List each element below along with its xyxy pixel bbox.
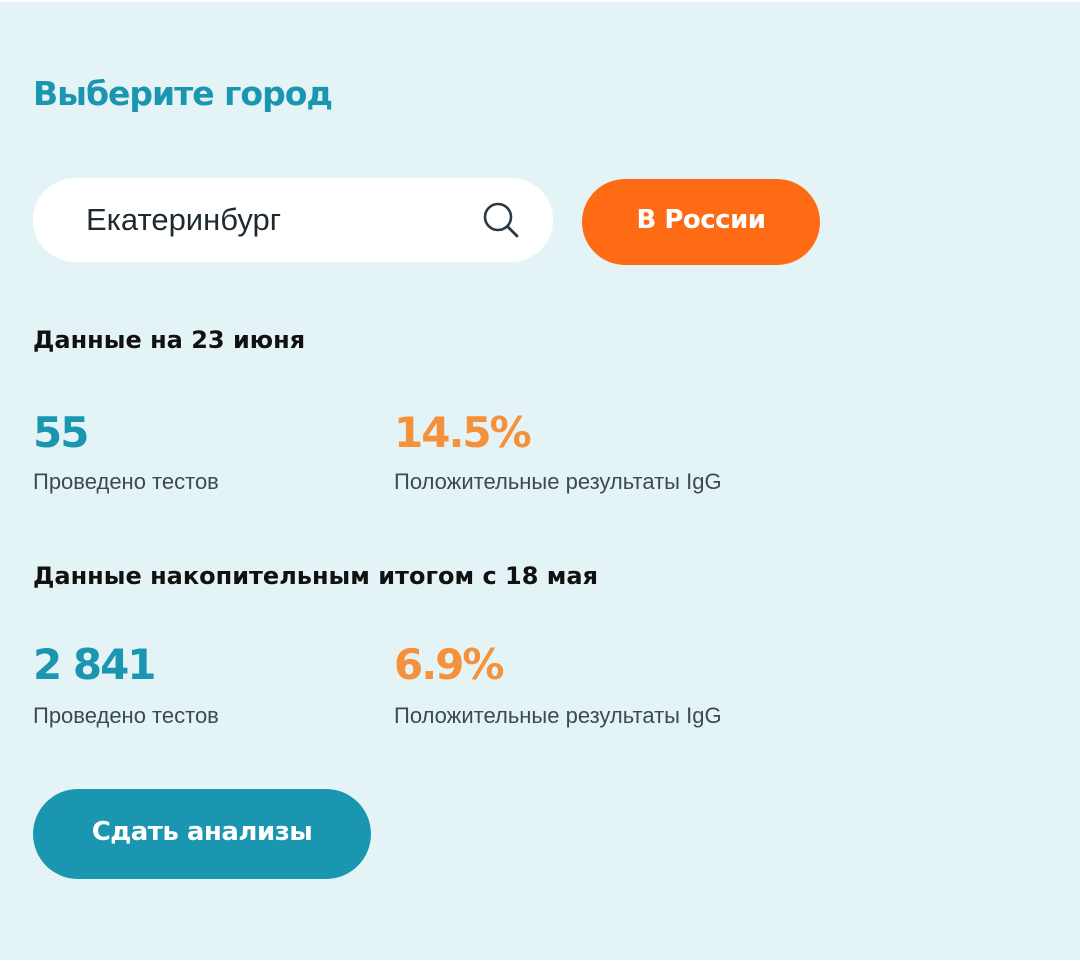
cumulative-tests-value: 2 841 <box>33 640 157 689</box>
cumulative-data-heading: Данные накопительным итогом с 18 мая <box>33 562 598 590</box>
city-search-input[interactable]: Екатеринбург <box>86 178 281 262</box>
search-icon[interactable] <box>481 200 521 240</box>
daily-positive-label: Положительные результаты IgG <box>394 469 722 494</box>
get-tested-button[interactable]: Сдать анализы <box>33 789 371 879</box>
daily-positive-value: 14.5% <box>394 408 532 457</box>
page-title: Выберите город <box>33 74 333 113</box>
city-stats-panel: Выберите город Екатеринбург В России Дан… <box>0 2 1080 960</box>
daily-data-heading: Данные на 23 июня <box>33 326 306 354</box>
city-search-field[interactable]: Екатеринбург <box>33 178 553 262</box>
cumulative-tests-label: Проведено тестов <box>33 703 219 728</box>
daily-tests-value: 55 <box>33 408 89 457</box>
cumulative-positive-value: 6.9% <box>394 640 504 689</box>
cumulative-positive-label: Положительные результаты IgG <box>394 703 722 728</box>
daily-tests-label: Проведено тестов <box>33 469 219 494</box>
russia-button[interactable]: В России <box>582 179 820 265</box>
